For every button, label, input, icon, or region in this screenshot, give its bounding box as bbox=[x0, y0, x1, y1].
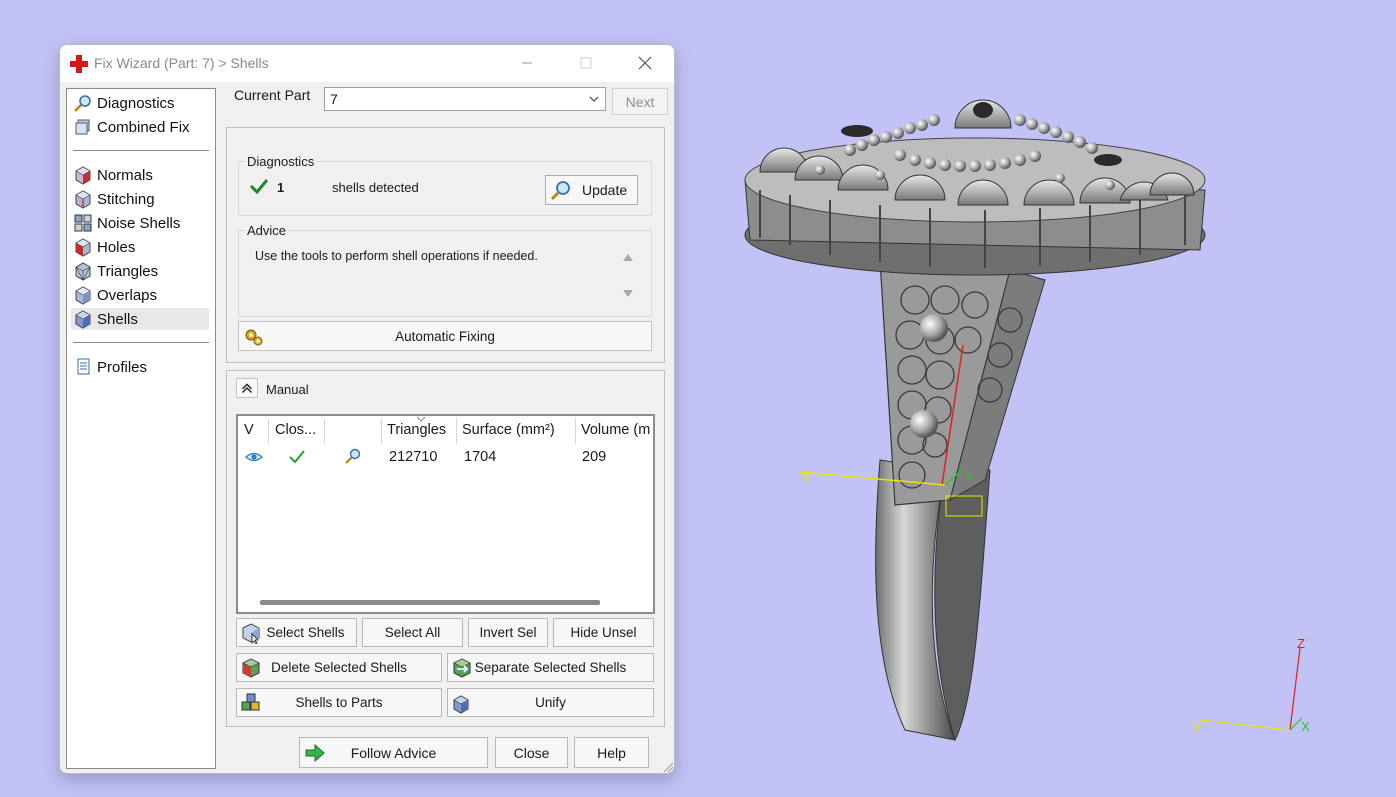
separate-cube-icon bbox=[453, 658, 471, 678]
column-header-volume[interactable]: Volume (m bbox=[581, 422, 650, 438]
sidebar-item-overlaps[interactable]: Overlaps bbox=[71, 284, 209, 306]
help-button[interactable]: Help bbox=[574, 737, 649, 768]
column-separator bbox=[324, 418, 325, 444]
scroll-down-arrow-icon[interactable] bbox=[622, 289, 634, 299]
follow-advice-button[interactable]: Follow Advice bbox=[299, 737, 488, 768]
advice-group-title: Advice bbox=[245, 223, 289, 238]
manual-title: Manual bbox=[266, 382, 309, 397]
shells-to-parts-icon bbox=[241, 693, 260, 711]
diagnostics-status-text: shells detected bbox=[332, 180, 419, 195]
sidebar-item-combined-fix[interactable]: Combined Fix bbox=[71, 116, 209, 138]
red-cross-icon bbox=[70, 55, 88, 73]
green-arrow-icon bbox=[305, 743, 325, 763]
column-separator bbox=[456, 418, 457, 444]
automatic-fixing-button[interactable]: Automatic Fixing bbox=[238, 321, 652, 351]
current-part-label: Current Part bbox=[234, 87, 311, 103]
magnifier-icon bbox=[550, 181, 570, 201]
shells-to-parts-button[interactable]: Shells to Parts bbox=[236, 688, 442, 717]
select-shells-button[interactable]: Select Shells bbox=[236, 618, 357, 647]
sidebar-item-noise-shells[interactable]: Noise Shells bbox=[71, 212, 209, 234]
horizontal-scrollbar[interactable] bbox=[260, 600, 600, 605]
resize-grip-icon[interactable] bbox=[660, 759, 674, 773]
sidebar-item-stitching[interactable]: Stitching bbox=[71, 188, 209, 210]
invert-selection-button[interactable]: Invert Sel bbox=[468, 618, 548, 647]
normals-cube-icon bbox=[75, 166, 91, 185]
cube-stack-icon bbox=[75, 119, 90, 135]
close-window-button[interactable] bbox=[634, 53, 656, 73]
svg-text:Y: Y bbox=[802, 469, 811, 484]
select-all-button[interactable]: Select All bbox=[362, 618, 463, 647]
advice-group bbox=[238, 230, 652, 317]
overlaps-cube-icon bbox=[75, 286, 91, 305]
sidebar-item-profiles[interactable]: Profiles bbox=[71, 356, 209, 378]
collapse-chevron-up-icon[interactable] bbox=[236, 378, 258, 398]
current-part-select[interactable]: 7 bbox=[324, 87, 606, 111]
scroll-up-arrow-icon[interactable] bbox=[622, 252, 634, 262]
sidebar-item-holes[interactable]: Holes bbox=[71, 236, 209, 258]
eye-icon[interactable] bbox=[245, 450, 263, 464]
unify-button[interactable]: Unify bbox=[447, 688, 654, 717]
delete-selected-shells-button[interactable]: Delete Selected Shells bbox=[236, 653, 442, 682]
axis-triad: Z Y X bbox=[1192, 636, 1310, 735]
gears-icon bbox=[245, 329, 263, 346]
svg-text:Z: Z bbox=[1297, 636, 1305, 651]
title-bar[interactable]: Fix Wizard (Part: 7) > Shells bbox=[60, 45, 674, 82]
shells-cube-icon bbox=[75, 310, 91, 329]
column-separator bbox=[381, 418, 382, 444]
check-icon bbox=[249, 179, 269, 195]
shell-count: 1 bbox=[277, 180, 285, 195]
diagnostics-group-title: Diagnostics bbox=[245, 154, 317, 169]
separate-selected-shells-button[interactable]: Separate Selected Shells bbox=[447, 653, 654, 682]
advice-text: Use the tools to perform shell operation… bbox=[255, 249, 538, 263]
delete-cube-icon bbox=[242, 658, 260, 678]
check-icon bbox=[289, 450, 305, 464]
maximize-button[interactable] bbox=[575, 53, 597, 73]
shells-table[interactable]: V Clos... Triangles Surface (mm²) Volume… bbox=[236, 414, 655, 614]
column-header-visible[interactable]: V bbox=[244, 422, 254, 438]
document-icon bbox=[77, 358, 90, 375]
cell-volume: 209 bbox=[582, 449, 607, 465]
next-button[interactable]: Next bbox=[612, 88, 668, 115]
column-header-surface[interactable]: Surface (mm²) bbox=[462, 422, 555, 438]
holes-cube-icon bbox=[75, 238, 91, 257]
svg-text:X: X bbox=[1301, 719, 1310, 734]
cell-surface: 1704 bbox=[464, 449, 497, 465]
noise-shells-icon bbox=[74, 214, 92, 232]
close-button[interactable]: Close bbox=[495, 737, 568, 768]
column-header-triangles[interactable]: Triangles bbox=[387, 422, 446, 438]
update-button[interactable]: Update bbox=[545, 175, 638, 205]
sidebar-item-shells[interactable]: Shells bbox=[71, 308, 209, 330]
sidebar-item-triangles[interactable]: Triangles bbox=[71, 260, 209, 282]
column-header-closed[interactable]: Clos... bbox=[275, 422, 316, 438]
sidebar-item-diagnostics[interactable]: Diagnostics bbox=[71, 92, 209, 114]
wizard-sidebar: Diagnostics Combined Fix Normals Stitchi… bbox=[66, 88, 216, 769]
ring-model bbox=[744, 99, 1206, 742]
sidebar-item-normals[interactable]: Normals bbox=[71, 164, 209, 186]
triangles-cube-icon bbox=[75, 262, 91, 281]
unify-cube-icon bbox=[453, 695, 469, 714]
window-title: Fix Wizard (Part: 7) > Shells bbox=[94, 55, 269, 71]
svg-text:Y: Y bbox=[1192, 720, 1201, 735]
column-separator bbox=[575, 418, 576, 444]
select-cube-icon bbox=[242, 623, 260, 644]
magnifier-icon bbox=[74, 95, 91, 112]
chevron-down-icon bbox=[589, 96, 599, 102]
column-separator bbox=[268, 418, 269, 444]
cell-triangles: 212710 bbox=[389, 449, 438, 465]
hide-unselected-button[interactable]: Hide Unsel bbox=[553, 618, 654, 647]
stitching-cube-icon bbox=[75, 190, 91, 209]
minimize-button[interactable] bbox=[516, 53, 538, 73]
magnifier-icon[interactable] bbox=[344, 447, 362, 465]
sidebar-separator bbox=[73, 342, 209, 343]
svg-text:x: x bbox=[966, 468, 973, 483]
sidebar-separator bbox=[73, 150, 209, 151]
fix-wizard-dialog: Fix Wizard (Part: 7) > Shells Diagnostic… bbox=[59, 44, 675, 774]
